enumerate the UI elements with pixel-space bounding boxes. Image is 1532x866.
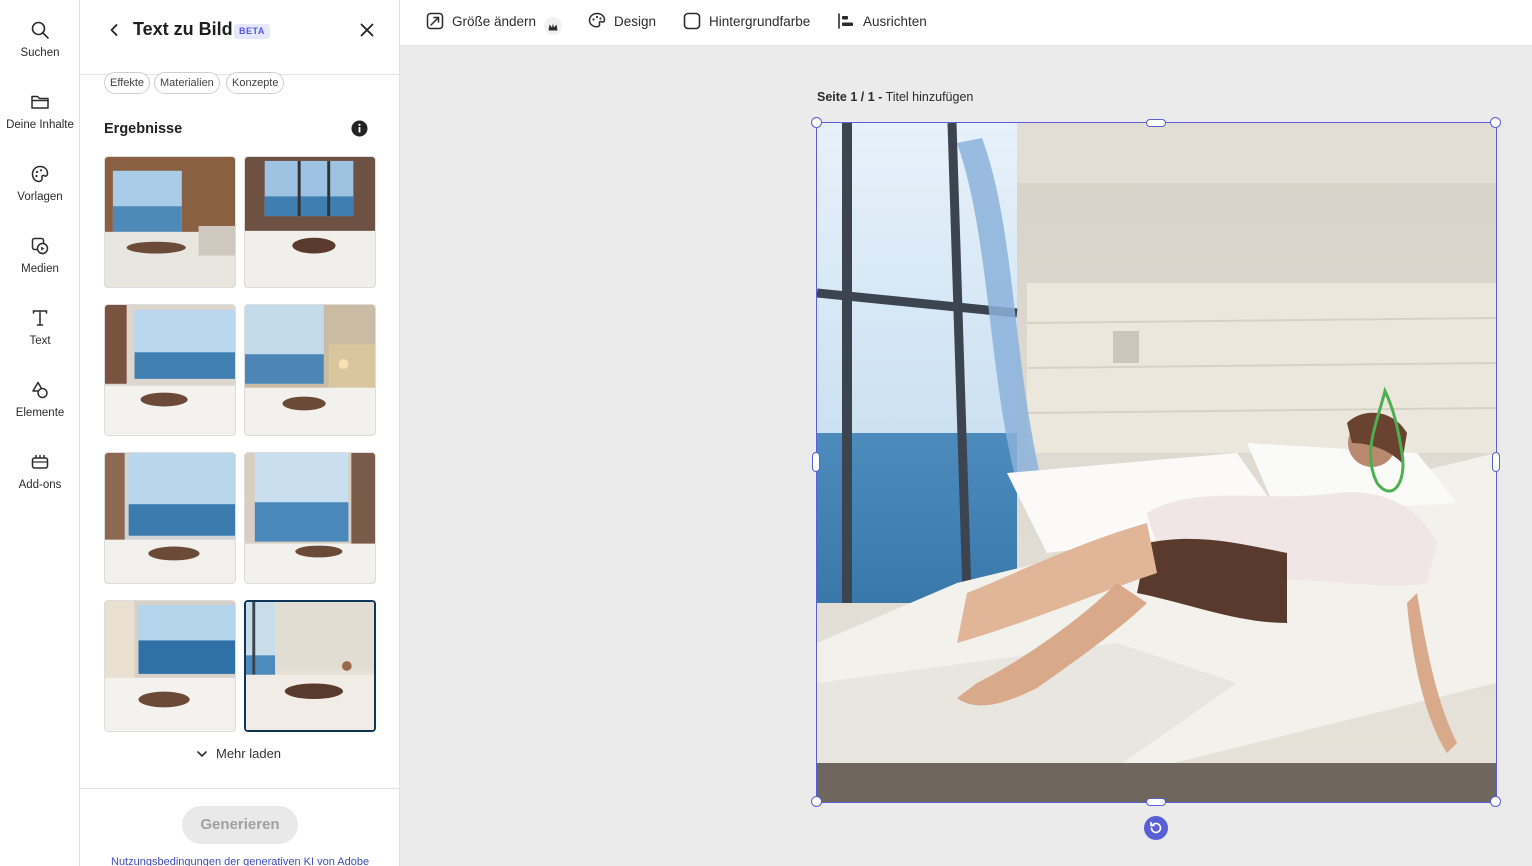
rail-item-media[interactable]: Medien <box>0 236 80 275</box>
result-image-7[interactable] <box>104 600 236 732</box>
resize-label: Größe ändern <box>452 14 537 29</box>
rail-label-search: Suchen <box>20 47 60 59</box>
result-image-2[interactable] <box>244 156 376 288</box>
text-icon <box>32 310 48 326</box>
load-more-label: Mehr laden <box>216 746 282 761</box>
result-image-1[interactable] <box>104 156 236 288</box>
palette-icon <box>588 12 606 28</box>
resize-handle-top[interactable] <box>1146 119 1166 127</box>
close-icon <box>360 23 374 37</box>
resize-icon <box>426 12 444 30</box>
rail-item-addons[interactable]: Add-ons <box>0 452 80 491</box>
media-icon <box>31 237 49 255</box>
rail-label-elements: Elemente <box>15 407 65 419</box>
rail-item-search[interactable]: Suchen <box>0 20 80 59</box>
resize-handle-bottom[interactable] <box>1146 798 1166 806</box>
rail-label-templates: Vorlagen <box>17 191 63 203</box>
resize-button[interactable]: Größe ändern <box>426 12 563 35</box>
rotate-button[interactable] <box>1144 816 1168 840</box>
chevron-down-icon <box>197 751 207 757</box>
results-heading: Ergebnisse <box>104 121 183 137</box>
design-label: Design <box>614 14 657 29</box>
rail-label-text: Text <box>29 335 51 347</box>
resize-handle-bottom-left[interactable] <box>811 796 822 807</box>
rail-label-media: Medien <box>21 263 59 275</box>
templates-icon <box>31 165 49 183</box>
resize-handle-left[interactable] <box>812 452 820 472</box>
chip-materials[interactable]: Materialien <box>154 72 220 94</box>
info-icon[interactable] <box>351 120 368 137</box>
panel-title: Text zu Bild <box>133 19 233 39</box>
rotate-icon <box>1150 821 1162 834</box>
align-button[interactable]: Ausrichten <box>837 12 927 34</box>
design-button[interactable]: Design <box>588 12 656 34</box>
rail-label-addons: Add-ons <box>18 479 62 491</box>
rail-item-templates[interactable]: Vorlagen <box>0 164 80 203</box>
text-to-image-panel: Text zu Bild BETA Effekte Materialien Ko… <box>80 0 400 866</box>
chip-effects[interactable]: Effekte <box>104 72 151 94</box>
page-label: Seite 1 / 1 - Titel hinzufügen <box>817 90 973 104</box>
close-button[interactable] <box>357 20 377 40</box>
load-more-button[interactable]: Mehr laden <box>196 746 281 766</box>
result-image-8[interactable] <box>244 600 376 732</box>
rail-item-text[interactable]: Text <box>0 308 80 347</box>
result-image-3[interactable] <box>104 304 236 436</box>
page-number: Seite 1 / 1 - <box>817 90 883 104</box>
panel-footer: Generieren Nutzungsbedingungen der gener… <box>80 788 399 866</box>
resize-handle-top-left[interactable] <box>811 117 822 128</box>
panel-header: Text zu Bild BETA <box>80 0 399 75</box>
result-image-6[interactable] <box>244 452 376 584</box>
resize-handle-top-right[interactable] <box>1490 117 1501 128</box>
premium-crown-icon <box>544 17 563 35</box>
search-icon <box>31 21 49 39</box>
generate-button[interactable]: Generieren <box>182 806 298 844</box>
chevron-left-icon <box>110 24 118 36</box>
page-title-input[interactable]: Titel hinzufügen <box>886 90 974 104</box>
align-left-icon <box>838 13 853 29</box>
back-button[interactable] <box>104 20 124 40</box>
rail-item-your-content[interactable]: Deine Inhalte <box>0 92 80 131</box>
background-color-button[interactable]: Hintergrundfarbe <box>683 12 810 34</box>
rail-label-your-content: Deine Inhalte <box>6 119 74 131</box>
addons-icon <box>31 454 49 469</box>
resize-handle-right[interactable] <box>1492 452 1500 472</box>
result-image-5[interactable] <box>104 452 236 584</box>
background-color-label: Hintergrundfarbe <box>709 14 811 29</box>
background-color-icon <box>683 12 701 30</box>
resize-handle-bottom-right[interactable] <box>1490 796 1501 807</box>
chip-concepts[interactable]: Konzepte <box>226 72 285 94</box>
elements-icon <box>32 381 48 399</box>
rail-item-elements[interactable]: Elemente <box>0 380 80 419</box>
top-toolbar: Größe ändern Design Hintergrundfarbe Aus… <box>400 0 1532 46</box>
beta-badge: BETA <box>234 24 270 39</box>
result-image-4[interactable] <box>244 304 376 436</box>
folder-icon <box>31 95 49 109</box>
terms-link[interactable]: Nutzungsbedingungen der generativen KI v… <box>111 856 369 866</box>
align-label: Ausrichten <box>863 14 927 29</box>
left-rail: Suchen Deine Inhalte Vorlagen Medien Tex… <box>0 0 80 866</box>
canvas-image[interactable] <box>817 123 1496 802</box>
